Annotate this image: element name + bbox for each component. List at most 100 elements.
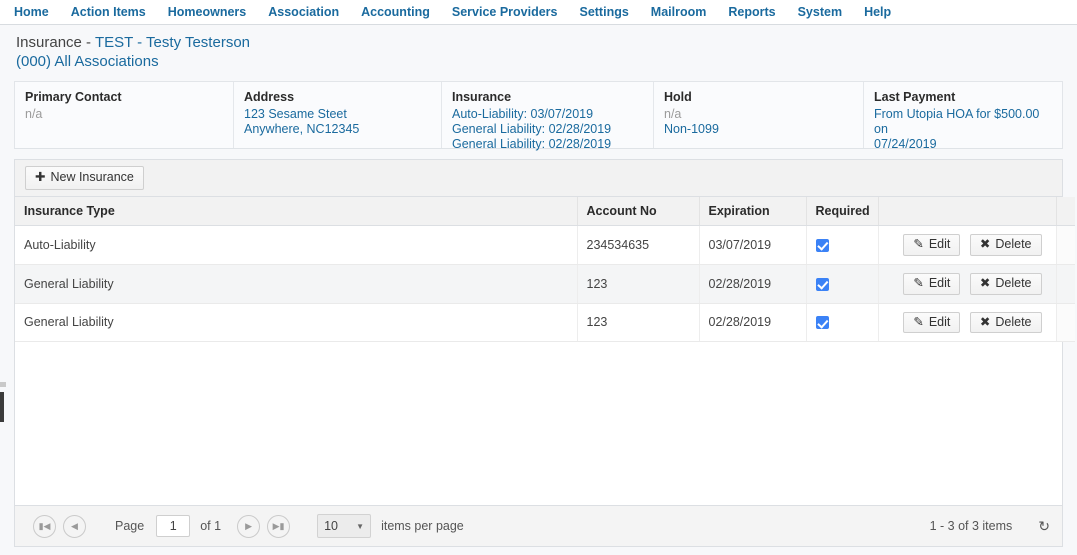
page-title-entity-link[interactable]: TEST - Testy Testerson (95, 34, 250, 51)
info-address-line2[interactable]: Anywhere, NC12345 (244, 122, 431, 137)
pagination-right-group: 1 - 3 of 3 items ↻ (930, 518, 1050, 535)
column-account-no[interactable]: Account No (577, 197, 700, 226)
required-checkbox[interactable] (815, 238, 829, 252)
info-address: Address 123 Sesame Steet Anywhere, NC123… (233, 82, 441, 148)
cell-actions: ✎ Edit ✖ Delete (878, 225, 1057, 265)
pencil-icon: ✎ (913, 275, 924, 290)
column-expiration[interactable]: Expiration (699, 197, 807, 226)
info-address-title: Address (244, 90, 295, 104)
info-hold-value: n/a (664, 107, 682, 121)
cell-expiration: 03/07/2019 (699, 225, 807, 265)
page-subtitle-link[interactable]: (000) All Associations (16, 52, 1077, 71)
required-checkbox[interactable] (815, 316, 829, 330)
cell-insurance-type: Auto-Liability (15, 225, 578, 265)
nav-action-items[interactable]: Action Items (71, 6, 146, 19)
summary-info-panel: Primary Contact n/a Address 123 Sesame S… (14, 81, 1063, 151)
next-page-icon[interactable]: ▶ (237, 514, 261, 538)
cell-scroll-gutter (1055, 303, 1075, 343)
edit-button[interactable]: ✎ Edit (903, 234, 961, 256)
items-per-page-value: 10 (324, 519, 338, 533)
info-last-payment-line2[interactable]: 07/24/2019 (874, 137, 1053, 152)
cell-expiration: 02/28/2019 (699, 264, 807, 304)
edit-button[interactable]: ✎ Edit (903, 311, 961, 334)
table-body: Auto-Liability 234534635 03/07/2019 ✎ Ed… (15, 225, 1075, 343)
delete-button[interactable]: ✖ Delete (969, 311, 1042, 334)
insurance-table: Insurance Type Account No Expiration Req… (15, 197, 1075, 343)
grid-toolbar: ✚ New Insurance (15, 160, 1062, 197)
cell-account-no: 234534635 (577, 225, 700, 265)
chevron-down-icon: ▼ (356, 521, 365, 531)
items-per-page-label: items per page (381, 519, 464, 533)
table-row[interactable]: General Liability 123 02/28/2019 ✎ Edit … (15, 303, 1075, 343)
table-row[interactable]: Auto-Liability 234534635 03/07/2019 ✎ Ed… (15, 225, 1075, 265)
pencil-icon: ✎ (913, 237, 924, 251)
nav-help[interactable]: Help (864, 6, 891, 19)
refresh-icon[interactable]: ↻ (1038, 518, 1050, 535)
info-insurance-line1[interactable]: Auto-Liability: 03/07/2019 (452, 107, 643, 122)
insurance-grid-card: ✚ New Insurance Insurance Type Account N… (14, 159, 1075, 547)
table-header-row: Insurance Type Account No Expiration Req… (15, 197, 1075, 226)
new-insurance-button[interactable]: ✚ New Insurance (25, 166, 144, 190)
info-insurance-title: Insurance (452, 90, 512, 104)
nav-association[interactable]: Association (268, 6, 339, 19)
info-last-payment: Last Payment From Utopia HOA for $500.00… (863, 82, 1063, 151)
close-icon: ✖ (979, 237, 991, 251)
info-insurance-line3[interactable]: General Liability: 02/28/2019 (452, 137, 643, 152)
info-hold-tax-status[interactable]: Non-1099 (664, 122, 853, 137)
table-row[interactable]: General Liability 123 02/28/2019 ✎ Edit … (15, 264, 1075, 304)
items-per-page-select[interactable]: 10 ▼ (317, 514, 372, 538)
info-hold-title: Hold (664, 90, 692, 104)
previous-page-icon[interactable]: ◀ (63, 514, 86, 538)
close-icon: ✖ (979, 275, 991, 290)
cell-account-no: 123 (577, 303, 700, 343)
nav-settings[interactable]: Settings (579, 6, 628, 19)
column-required[interactable]: Required (806, 197, 879, 226)
nav-system[interactable]: System (798, 6, 842, 19)
info-last-payment-line1[interactable]: From Utopia HOA for $500.00 on (874, 107, 1053, 137)
first-page-icon[interactable]: ▮◀ (33, 514, 56, 538)
info-last-payment-title: Last Payment (874, 90, 956, 104)
nav-service-providers[interactable]: Service Providers (452, 6, 558, 19)
cell-required (806, 264, 879, 304)
pagination-bar: ▮◀ ◀ Page of 1 ▶ ▶▮ 10 ▼ items per page … (15, 505, 1062, 546)
cell-scroll-gutter (1055, 264, 1075, 304)
left-edge-scroll-artifact (0, 392, 4, 422)
page-title-prefix: Insurance - (16, 34, 95, 51)
edit-button-label: Edit (928, 275, 951, 290)
cell-insurance-type: General Liability (15, 303, 578, 343)
page-number-input[interactable] (156, 515, 191, 537)
top-navigation-bar: Home Action Items Homeowners Association… (0, 0, 1077, 25)
info-address-line1[interactable]: 123 Sesame Steet (244, 107, 431, 122)
page-header: Insurance - TEST - Testy Testerson (000)… (0, 25, 1077, 77)
cell-required (806, 225, 879, 265)
edit-button-label: Edit (928, 237, 951, 251)
page-total-label: of 1 (200, 519, 222, 533)
nav-home[interactable]: Home (14, 6, 49, 19)
required-checkbox[interactable] (815, 277, 829, 291)
nav-accounting[interactable]: Accounting (361, 6, 430, 19)
nav-mailroom[interactable]: Mailroom (651, 6, 707, 19)
table-empty-space (15, 342, 1062, 505)
close-icon: ✖ (979, 314, 991, 329)
edit-button[interactable]: ✎ Edit (903, 272, 961, 295)
nav-homeowners[interactable]: Homeowners (168, 6, 247, 19)
page-label: Page (115, 519, 145, 533)
info-hold: Hold n/a Non-1099 (653, 82, 863, 148)
last-page-icon[interactable]: ▶▮ (267, 514, 291, 538)
edit-button-label: Edit (928, 314, 951, 329)
delete-button[interactable]: ✖ Delete (969, 234, 1042, 256)
insurance-table-wrapper: Insurance Type Account No Expiration Req… (15, 197, 1075, 505)
delete-button-label: Delete (995, 275, 1032, 290)
cell-insurance-type: General Liability (15, 264, 578, 304)
info-primary-contact-title: Primary Contact (25, 90, 122, 104)
nav-reports[interactable]: Reports (728, 6, 775, 19)
info-insurance: Insurance Auto-Liability: 03/07/2019 Gen… (441, 82, 653, 151)
column-scroll-gutter (1055, 197, 1075, 226)
column-insurance-type[interactable]: Insurance Type (15, 197, 578, 226)
page-title: Insurance - TEST - Testy Testerson (16, 33, 1077, 52)
items-summary: 1 - 3 of 3 items (929, 519, 1013, 533)
cell-actions: ✎ Edit ✖ Delete (878, 303, 1057, 343)
delete-button[interactable]: ✖ Delete (969, 272, 1042, 295)
info-insurance-line2[interactable]: General Liability: 02/28/2019 (452, 122, 643, 137)
pencil-icon: ✎ (913, 314, 924, 329)
